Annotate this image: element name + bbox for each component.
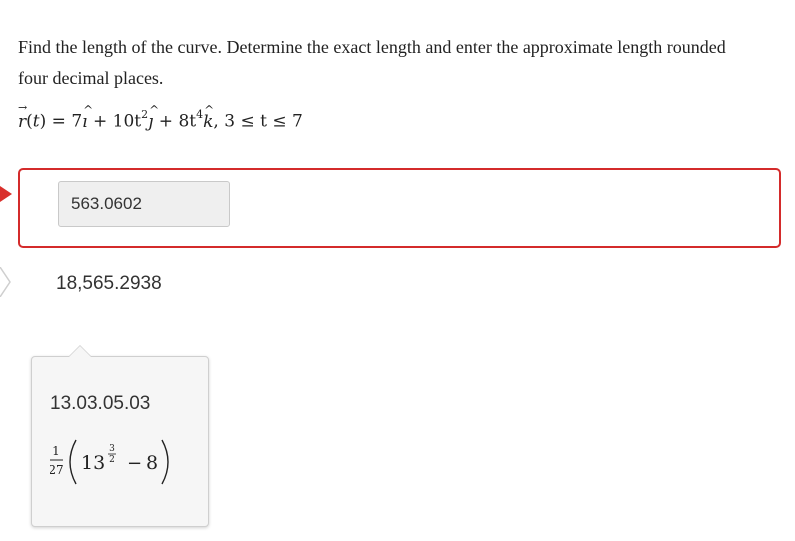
exponent-denominator: 2 xyxy=(109,455,115,465)
question-text: Find the length of the curve. Determine … xyxy=(18,37,726,88)
t-range: 3 ≤ t ≤ 7 xyxy=(224,111,303,132)
unit-k: k xyxy=(203,103,214,132)
unit-j: ȷ xyxy=(148,103,160,132)
exact-length-expression: 1 27 13 3 2 − 8 xyxy=(50,439,169,485)
unit-i: ı xyxy=(82,103,94,132)
tooltip-code: 13.03.05.03 xyxy=(50,393,151,414)
base-value: 13 xyxy=(81,452,105,474)
correct-answer-indicator-icon xyxy=(0,267,11,297)
fraction-numerator: 1 xyxy=(52,444,60,458)
fraction-denominator: 27 xyxy=(50,463,64,477)
correct-answer-value: 18,565.2938 xyxy=(56,273,162,294)
minus-sign: − xyxy=(127,453,142,474)
right-paren xyxy=(161,439,169,485)
vector-r: r xyxy=(18,101,27,132)
left-paren xyxy=(69,439,77,485)
exponent-numerator: 3 xyxy=(109,444,115,454)
answer-box: 563.0602 xyxy=(18,168,781,248)
minus-term: 8 xyxy=(146,452,158,474)
answer-tooltip: 13.03.05.03 1 27 13 3 2 − 8 xyxy=(31,345,209,527)
answer-input[interactable]: 563.0602 xyxy=(58,181,230,227)
tooltip-caret xyxy=(68,345,92,357)
curve-formula: r(t) = 7ı + 10t2ȷ + 8t4k, 3 ≤ t ≤ 7 xyxy=(18,101,303,132)
incorrect-indicator-icon xyxy=(0,178,12,210)
